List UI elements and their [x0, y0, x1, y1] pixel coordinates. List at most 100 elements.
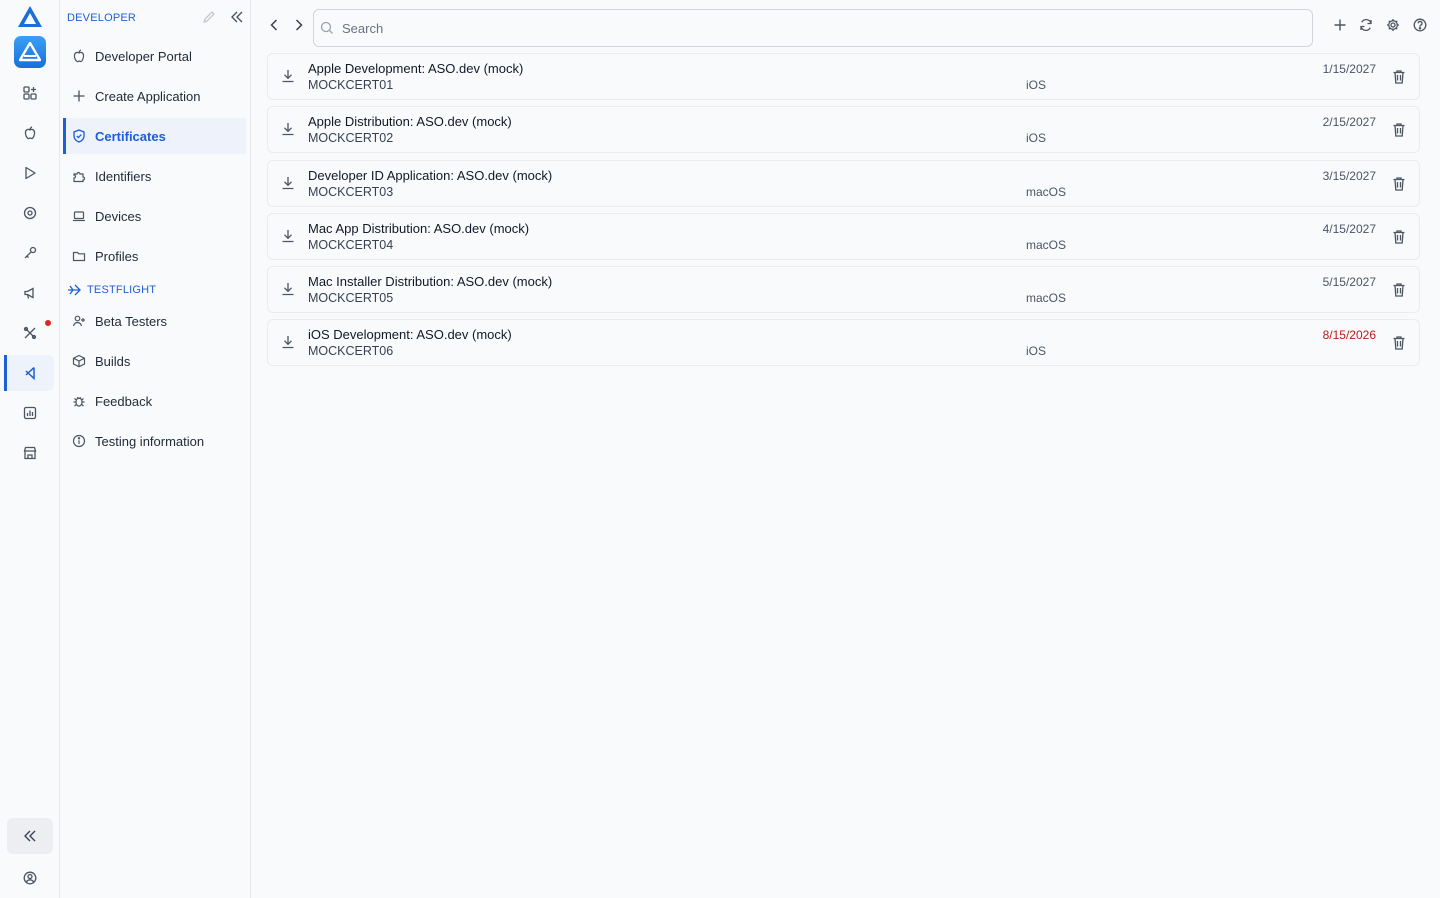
sidebar-item-profiles[interactable]: Profiles	[63, 238, 246, 274]
table-row[interactable]: Apple Distribution: ASO.dev (mock) MOCKC…	[267, 106, 1420, 154]
certificate-expiry: 5/15/2027	[1322, 275, 1376, 290]
certificate-serial: MOCKCERT06	[308, 344, 394, 359]
sidebar-item-label: Beta Testers	[95, 313, 168, 329]
trash-icon[interactable]	[1392, 122, 1406, 138]
download-icon[interactable]	[280, 121, 296, 137]
laptop-icon	[71, 208, 87, 224]
certificate-serial: MOCKCERT01	[308, 78, 394, 92]
edit-icon[interactable]	[202, 10, 216, 24]
account-icon[interactable]	[10, 860, 50, 896]
search-bar	[313, 9, 1313, 47]
top-bar	[251, 0, 1440, 54]
certificate-platform: macOS	[1026, 291, 1067, 306]
forward-arrow-icon[interactable]	[292, 17, 306, 33]
sidebar-item-label: Certificates	[95, 128, 166, 144]
certificate-expiry: 2/15/2027	[1322, 115, 1376, 130]
trash-icon[interactable]	[1392, 176, 1406, 192]
table-row[interactable]: Mac Installer Distribution: ASO.dev (moc…	[267, 266, 1420, 314]
aso-app-icon[interactable]	[14, 36, 46, 68]
plus-icon	[71, 88, 87, 104]
rail-key-icon[interactable]	[10, 235, 50, 271]
rail-analytics-icon[interactable]	[10, 395, 50, 431]
certificate-expiry: 1/15/2027	[1322, 62, 1376, 76]
testflight-section-heading: TESTFLIGHT	[67, 282, 156, 298]
sidebar-item-devices[interactable]: Devices	[63, 198, 246, 234]
rail-vscode-icon[interactable]	[4, 355, 54, 391]
download-icon[interactable]	[280, 334, 296, 350]
certificate-name: Developer ID Application: ASO.dev (mock)	[308, 167, 553, 183]
user-plus-icon	[71, 313, 87, 329]
table-row[interactable]: Mac App Distribution: ASO.dev (mock) MOC…	[267, 212, 1420, 260]
table-row[interactable]: iOS Development: ASO.dev (mock) MOCKCERT…	[267, 319, 1420, 367]
rail-eye-icon[interactable]	[10, 195, 50, 231]
certificate-platform: macOS	[1026, 184, 1067, 199]
gear-icon[interactable]	[1386, 18, 1400, 32]
rail-play-icon[interactable]	[10, 155, 50, 191]
testflight-icon	[67, 283, 81, 297]
box-icon	[71, 353, 87, 369]
sidebar-item-testing-information[interactable]: Testing information	[63, 423, 246, 459]
folder-icon	[71, 248, 87, 264]
certificate-platform: iOS	[1026, 78, 1047, 92]
icon-rail	[0, 0, 60, 898]
certificate-name: Mac Installer Distribution: ASO.dev (moc…	[308, 274, 553, 290]
sidebar-item-identifiers[interactable]: Identifiers	[63, 158, 246, 194]
developer-section-heading: DEVELOPER	[67, 12, 137, 24]
trash-icon[interactable]	[1392, 229, 1406, 245]
download-icon[interactable]	[280, 281, 296, 297]
back-arrow-icon[interactable]	[267, 17, 281, 33]
sidebar: DEVELOPER Developer Portal Create Applic…	[60, 0, 251, 898]
sidebar-item-certificates[interactable]: Certificates	[63, 118, 246, 154]
certificate-platform: macOS	[1026, 237, 1067, 252]
table-row[interactable]: Apple Development: ASO.dev (mock) MOCKCE…	[267, 53, 1420, 100]
sidebar-item-create-application[interactable]: Create Application	[63, 78, 246, 114]
sidebar-item-beta-testers[interactable]: Beta Testers	[63, 303, 246, 339]
rail-megaphone-icon[interactable]	[10, 275, 50, 311]
certificate-platform: iOS	[1026, 131, 1047, 146]
rail-store-icon[interactable]	[10, 435, 50, 471]
apple-icon	[71, 48, 87, 64]
download-icon[interactable]	[280, 175, 296, 191]
help-icon[interactable]	[1413, 18, 1427, 32]
certificate-expiry: 3/15/2027	[1322, 168, 1376, 183]
sidebar-item-label: Feedback	[95, 393, 153, 409]
certificate-list: Apple Development: ASO.dev (mock) MOCKCE…	[267, 53, 1420, 373]
certificate-name: iOS Development: ASO.dev (mock)	[308, 327, 512, 343]
sidebar-item-label: Devices	[95, 208, 142, 224]
certificate-platform: iOS	[1026, 344, 1047, 359]
certificate-serial: MOCKCERT04	[308, 237, 394, 252]
sidebar-item-developer-portal[interactable]: Developer Portal	[63, 38, 246, 74]
rail-collapse-button[interactable]	[7, 818, 53, 854]
shield-icon	[71, 128, 87, 144]
puzzle-icon	[71, 168, 87, 184]
certificate-serial: MOCKCERT02	[308, 131, 394, 146]
certificate-serial: MOCKCERT05	[308, 291, 394, 306]
download-icon[interactable]	[280, 68, 296, 84]
rail-apple-icon[interactable]	[10, 115, 50, 151]
sidebar-item-builds[interactable]: Builds	[63, 343, 246, 379]
trash-icon[interactable]	[1392, 335, 1406, 351]
certificate-name: Apple Distribution: ASO.dev (mock)	[308, 114, 512, 130]
add-icon[interactable]	[1333, 18, 1347, 32]
sidebar-item-label: Testing information	[95, 433, 205, 449]
table-row[interactable]: Developer ID Application: ASO.dev (mock)…	[267, 159, 1420, 207]
certificate-expiry: 4/15/2027	[1322, 221, 1376, 236]
search-icon	[320, 21, 334, 35]
sidebar-item-label: Builds	[95, 353, 131, 369]
search-input[interactable]	[342, 20, 1312, 36]
refresh-icon[interactable]	[1359, 18, 1373, 32]
trash-icon[interactable]	[1392, 69, 1406, 85]
download-icon[interactable]	[280, 228, 296, 244]
certificate-expiry: 8/15/2026	[1322, 328, 1376, 343]
sidebar-item-feedback[interactable]: Feedback	[63, 383, 246, 419]
trash-icon[interactable]	[1392, 282, 1406, 298]
notification-dot	[45, 320, 51, 326]
sidebar-item-label: Identifiers	[95, 168, 152, 184]
sidebar-item-label: Profiles	[95, 248, 139, 264]
bug-icon	[71, 393, 87, 409]
certificate-name: Mac App Distribution: ASO.dev (mock)	[308, 220, 530, 236]
sidebar-collapse-icon[interactable]	[230, 10, 244, 24]
rail-apps-icon[interactable]	[10, 75, 50, 111]
rail-tools-icon[interactable]	[10, 315, 50, 351]
certificate-name: Apple Development: ASO.dev (mock)	[308, 61, 524, 76]
